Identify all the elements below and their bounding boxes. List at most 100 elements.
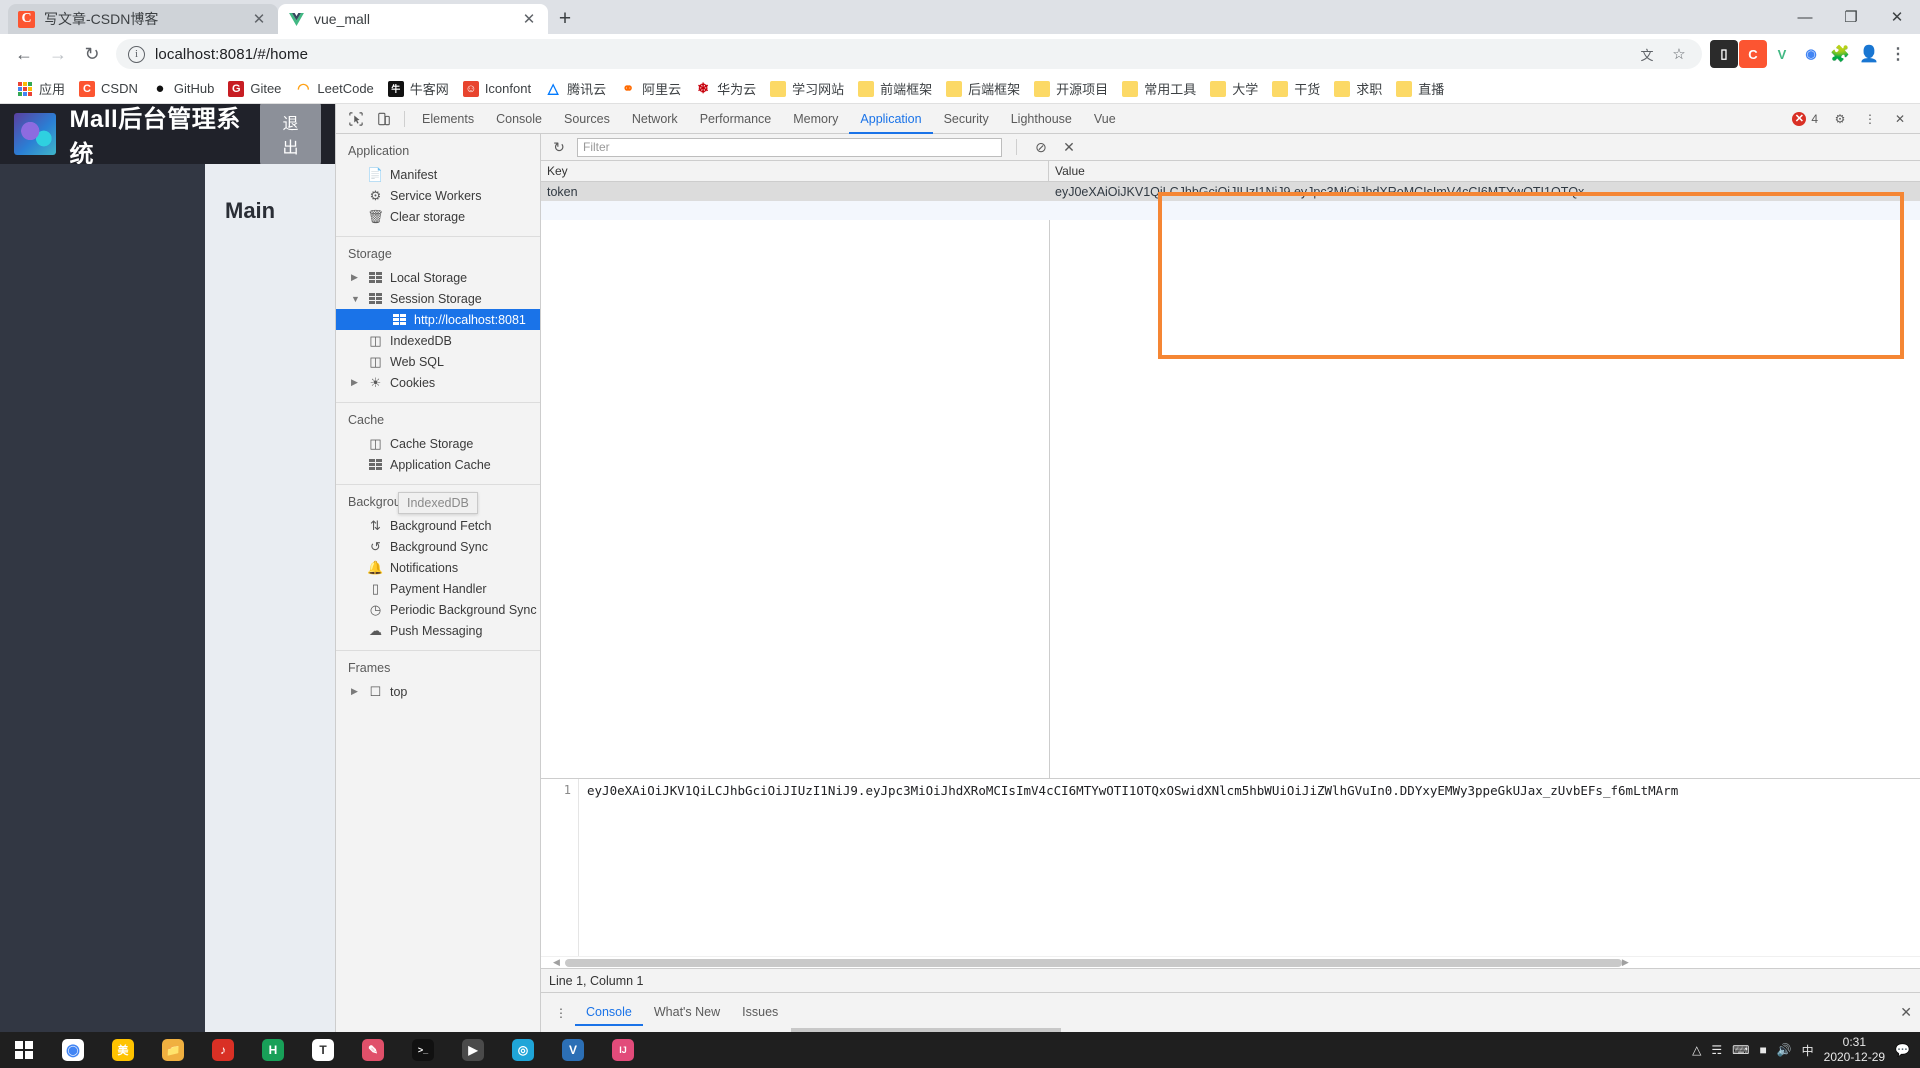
site-info-icon[interactable]: i <box>128 45 145 63</box>
bookmark-csdn[interactable]: C CSDN <box>72 78 145 100</box>
sidebar-item-top-frame[interactable]: ▶ ☐ top <box>336 681 540 702</box>
notification-icon[interactable]: 💬 <box>1895 1043 1910 1057</box>
sidebar-item-manifest[interactable]: 📄 Manifest <box>336 164 540 185</box>
profile-icon[interactable]: 👤 <box>1855 40 1883 68</box>
drawer-tab-whats-new[interactable]: What's New <box>643 999 731 1026</box>
bookmark-aliyun[interactable]: ⚭ 阿里云 <box>613 76 688 101</box>
app-sidebar[interactable] <box>0 164 205 1032</box>
volume-icon[interactable]: 🔊 <box>1777 1043 1792 1057</box>
sidebar-item-cache-storage[interactable]: ◫ Cache Storage <box>336 433 540 454</box>
bookmark-nowcoder[interactable]: 牛 牛客网 <box>381 76 456 101</box>
table-row[interactable]: token eyJ0eXAiOiJKV1QiLCJhbGciOiJIUzI1Ni… <box>541 182 1920 201</box>
battery-icon[interactable]: ■ <box>1759 1043 1766 1057</box>
preview-hscrollbar[interactable]: ◀ ▶ <box>541 956 1920 968</box>
chevron-right-icon[interactable]: ▶ <box>351 272 361 283</box>
bookmark-huawei-cloud[interactable]: ❄ 华为云 <box>688 76 763 101</box>
preview-code[interactable]: eyJ0eXAiOiJKV1QiLCJhbGciOiJIUzI1NiJ9.eyJ… <box>579 779 1920 956</box>
sidebar-item-web-sql[interactable]: ◫ Web SQL <box>336 351 540 372</box>
sidebar-item-background-sync[interactable]: ↺ Background Sync <box>336 536 540 557</box>
bookmark-folder-university[interactable]: 大学 <box>1203 76 1265 101</box>
taskbar-meituan-icon[interactable]: 美 <box>98 1032 148 1068</box>
bookmark-github[interactable]: ● GitHub <box>145 78 221 100</box>
gear-icon[interactable]: ⚙ <box>1826 106 1854 132</box>
column-header-key[interactable]: Key <box>541 161 1049 181</box>
extension-blue-icon[interactable]: ▯ <box>1710 40 1738 68</box>
chrome-ext-icon[interactable]: ◉ <box>1797 40 1825 68</box>
wifi-icon[interactable]: ☴ <box>1711 1043 1722 1057</box>
bookmark-folder-opensource[interactable]: 开源项目 <box>1027 76 1115 101</box>
minimize-button[interactable]: — <box>1782 0 1828 34</box>
tab-performance[interactable]: Performance <box>689 104 783 134</box>
back-icon[interactable]: ← <box>8 38 40 70</box>
close-icon[interactable]: ✕ <box>520 10 538 28</box>
bookmark-folder-ganhuo[interactable]: 干货 <box>1265 76 1327 101</box>
column-header-value[interactable]: Value <box>1049 161 1920 181</box>
bookmark-gitee[interactable]: G Gitee <box>221 78 288 100</box>
bookmark-leetcode[interactable]: ◠ LeetCode <box>288 78 380 100</box>
tab-application[interactable]: Application <box>849 104 932 134</box>
translate-icon[interactable]: 文 <box>1636 43 1658 65</box>
reload-icon[interactable]: ↻ <box>76 38 108 70</box>
chevron-up-icon[interactable]: △ <box>1692 1043 1701 1057</box>
windows-start-icon[interactable] <box>0 1032 48 1068</box>
close-icon[interactable]: ✕ <box>1900 1004 1912 1021</box>
bookmark-folder-study[interactable]: 学习网站 <box>763 76 851 101</box>
scroll-right-icon[interactable]: ▶ <box>1622 957 1634 968</box>
sidebar-item-cookies[interactable]: ▶ ☀ Cookies <box>336 372 540 393</box>
scroll-left-icon[interactable]: ◀ <box>553 957 565 968</box>
tab-vue[interactable]: Vue <box>1083 104 1127 134</box>
filter-input[interactable] <box>577 137 1002 157</box>
taskbar-eraser-icon[interactable]: ✎ <box>348 1032 398 1068</box>
close-icon[interactable]: ✕ <box>1886 106 1914 132</box>
taskbar-edge-icon[interactable]: ◎ <box>498 1032 548 1068</box>
sidebar-item-indexeddb[interactable]: ◫ IndexedDB <box>336 330 540 351</box>
cursor-inspect-icon[interactable] <box>342 106 370 132</box>
sidebar-item-push-messaging[interactable]: ☁ Push Messaging <box>336 620 540 641</box>
drawer-tab-console[interactable]: Console <box>575 999 643 1026</box>
tab-lighthouse[interactable]: Lighthouse <box>1000 104 1083 134</box>
new-tab-button[interactable]: + <box>548 4 582 34</box>
sidebar-item-periodic-background-sync[interactable]: ◷ Periodic Background Sync <box>336 599 540 620</box>
bookmark-folder-backend[interactable]: 后端框架 <box>939 76 1027 101</box>
column-divider[interactable] <box>1049 220 1050 778</box>
tab-memory[interactable]: Memory <box>782 104 849 134</box>
browser-tab-csdn[interactable]: C 写文章-CSDN博客 ✕ <box>8 4 278 34</box>
bookmark-apps[interactable]: 应用 <box>10 76 72 101</box>
sidebar-item-local-storage[interactable]: ▶ Local Storage <box>336 267 540 288</box>
csdn-ext-icon[interactable]: C <box>1739 40 1767 68</box>
taskbar-netease-music-icon[interactable]: ♪ <box>198 1032 248 1068</box>
forward-icon[interactable]: → <box>42 38 74 70</box>
tab-security[interactable]: Security <box>933 104 1000 134</box>
tab-console[interactable]: Console <box>485 104 553 134</box>
taskbar-idea-icon[interactable]: IJ <box>598 1032 648 1068</box>
taskbar-clock[interactable]: 0:31 2020-12-29 <box>1824 1035 1885 1065</box>
taskbar-explorer-icon[interactable]: 📁 <box>148 1032 198 1068</box>
star-icon[interactable]: ☆ <box>1668 43 1690 65</box>
close-button[interactable]: ✕ <box>1874 0 1920 34</box>
sidebar-item-service-workers[interactable]: ⚙ Service Workers <box>336 185 540 206</box>
scroll-thumb[interactable] <box>565 958 1622 967</box>
keyboard-icon[interactable]: ⌨ <box>1732 1043 1749 1057</box>
ime-icon[interactable]: 中 <box>1802 1042 1814 1059</box>
puzzle-icon[interactable]: 🧩 <box>1826 40 1854 68</box>
table-row-empty[interactable] <box>541 201 1920 220</box>
vue-ext-icon[interactable]: V <box>1768 40 1796 68</box>
sidebar-item-clear-storage[interactable]: 🗑 Clear storage <box>336 206 540 227</box>
chevron-right-icon[interactable]: ▶ <box>351 686 361 697</box>
taskbar-media-player-icon[interactable]: ▶ <box>448 1032 498 1068</box>
taskbar-chrome-icon[interactable]: ◉ <box>48 1032 98 1068</box>
device-toggle-icon[interactable] <box>370 106 398 132</box>
refresh-icon[interactable]: ↻ <box>549 137 569 157</box>
menu-icon[interactable]: ⋮ <box>1884 40 1912 68</box>
bookmark-folder-tools[interactable]: 常用工具 <box>1115 76 1203 101</box>
kebab-menu-icon[interactable]: ⋮ <box>547 1000 575 1026</box>
bookmark-folder-frontend[interactable]: 前端框架 <box>851 76 939 101</box>
taskbar-typora-icon[interactable]: T <box>298 1032 348 1068</box>
sidebar-item-payment-handler[interactable]: ▯ Payment Handler <box>336 578 540 599</box>
maximize-button[interactable]: ❐ <box>1828 0 1874 34</box>
no-entry-icon[interactable]: ⊘ <box>1031 137 1051 157</box>
drawer-tab-issues[interactable]: Issues <box>731 999 789 1026</box>
browser-tab-vue-mall[interactable]: vue_mall ✕ <box>278 4 548 34</box>
taskbar-huawei-icon[interactable]: H <box>248 1032 298 1068</box>
kebab-menu-icon[interactable]: ⋮ <box>1856 106 1884 132</box>
